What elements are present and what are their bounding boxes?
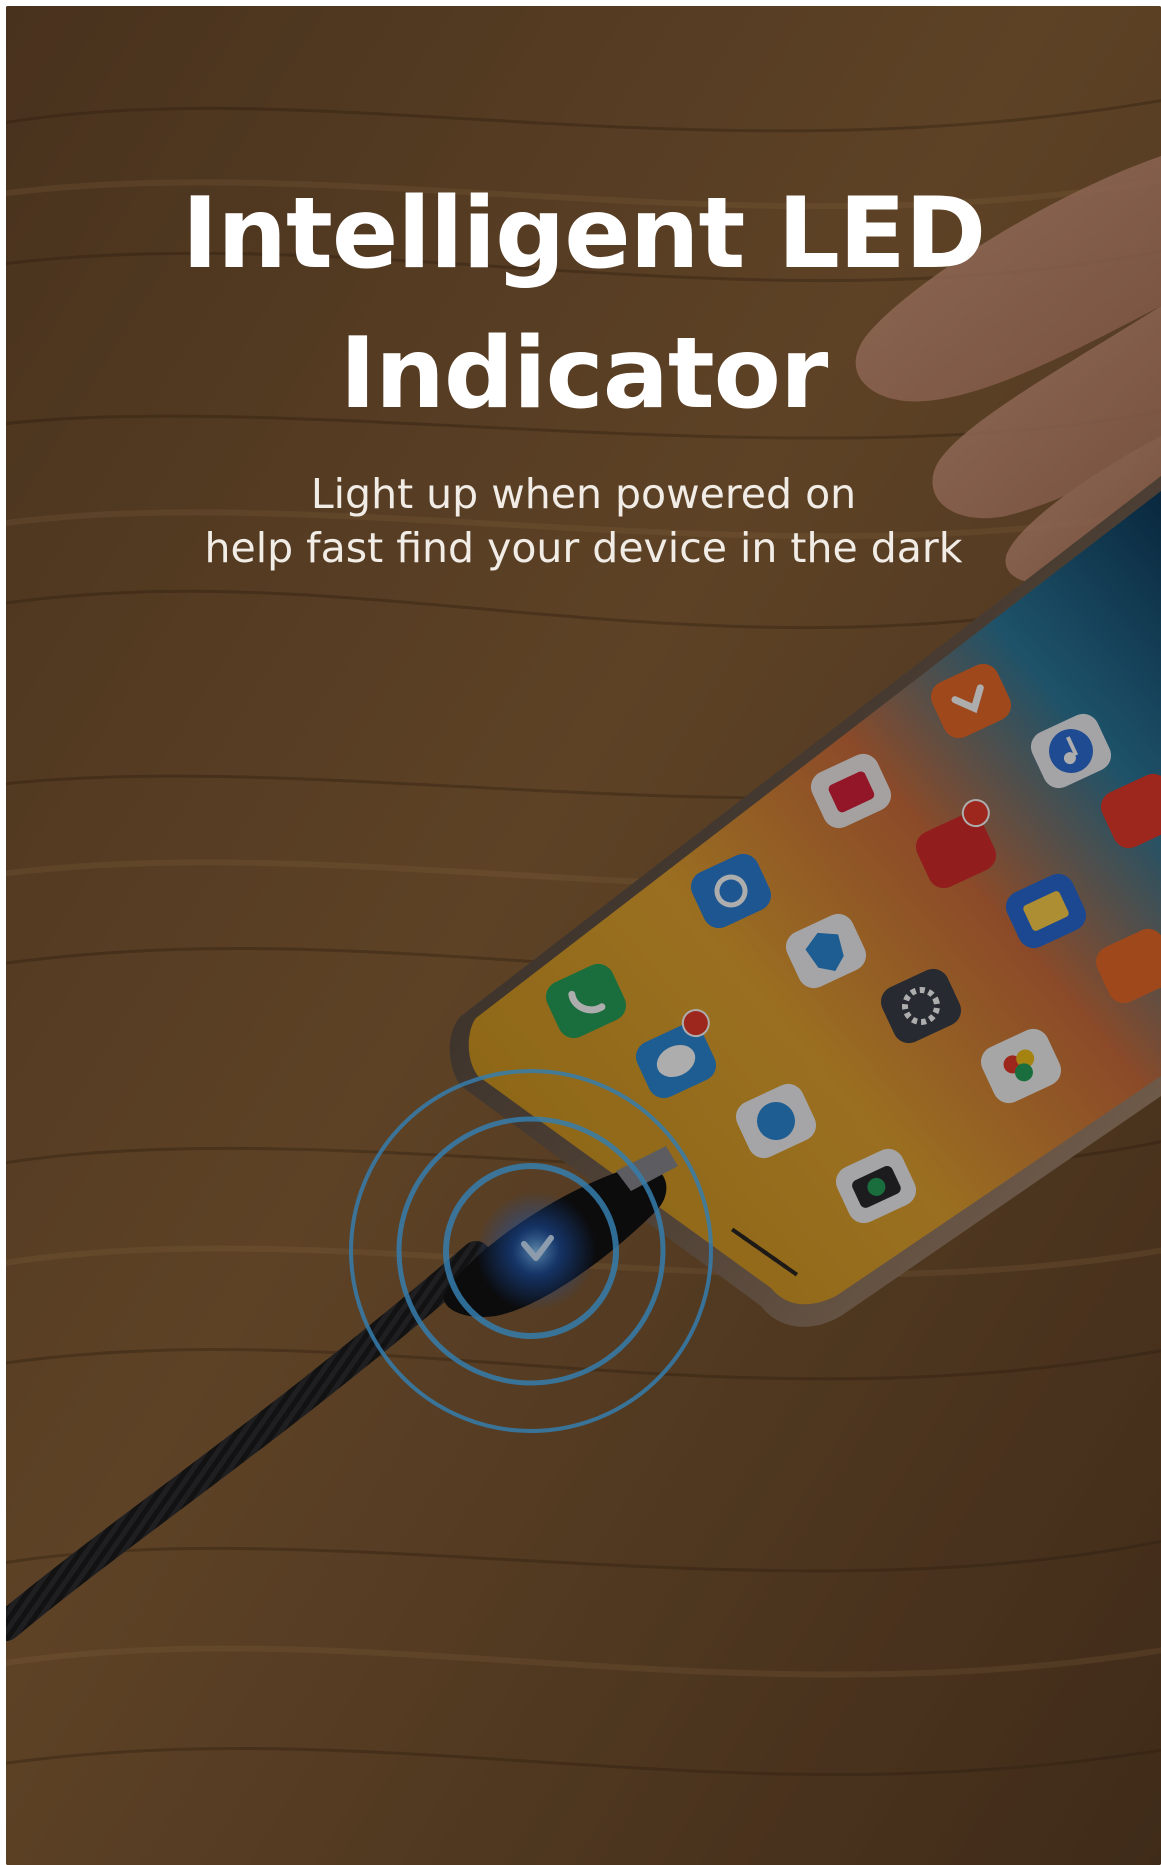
subheadline-line-1: Light up when powered on <box>310 470 857 518</box>
headline-line-2: Indicator <box>339 317 829 431</box>
headline-line-1: Intelligent LED <box>181 177 986 291</box>
subheadline-line-2: help fast find your device in the dark <box>204 524 963 572</box>
product-banner: Intelligent LED Indicator Light up when … <box>6 6 1161 1865</box>
